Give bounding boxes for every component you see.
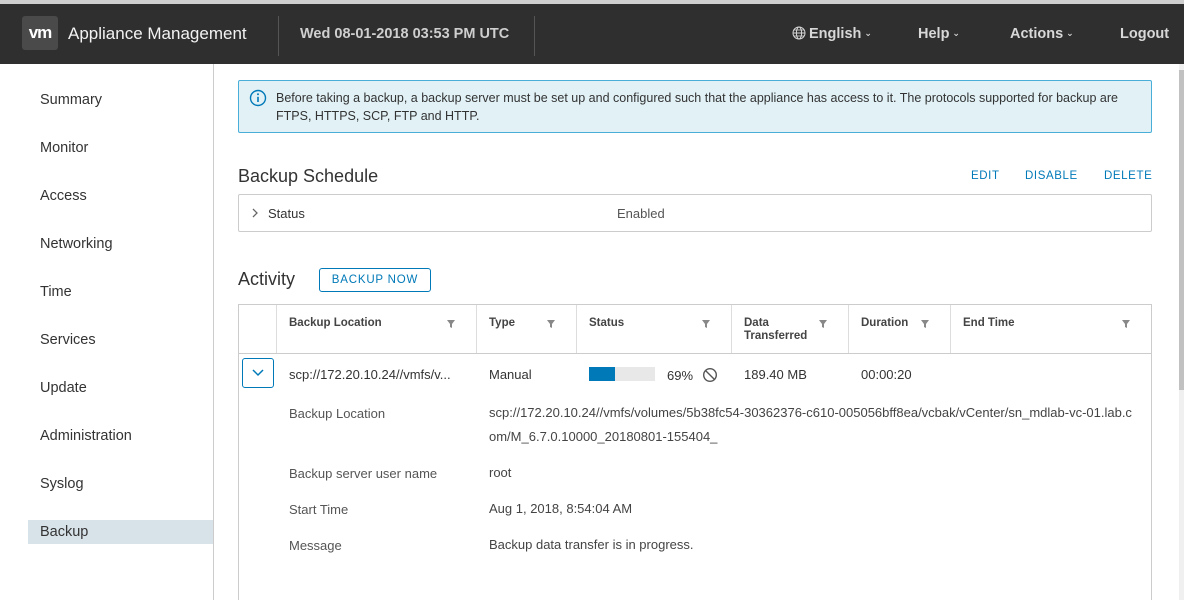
detail-message-value: Backup data transfer is in progress. bbox=[489, 537, 694, 552]
page-scrollbar[interactable] bbox=[1179, 64, 1184, 600]
detail-user-value: root bbox=[489, 465, 512, 480]
column-separator bbox=[276, 305, 277, 353]
detail-location-value: scp://172.20.10.24//vmfs/volumes/5b38fc5… bbox=[489, 405, 1132, 444]
cell-duration: 00:00:20 bbox=[861, 367, 912, 382]
filter-icon[interactable] bbox=[701, 319, 711, 329]
scrollbar-thumb[interactable] bbox=[1179, 70, 1184, 390]
schedule-status-value: Enabled bbox=[617, 206, 665, 221]
sidebar-item-summary[interactable]: Summary bbox=[28, 88, 213, 112]
chevron-down-icon: ⌄ bbox=[952, 28, 960, 38]
grid-header: Backup Location Type Status Data Transfe… bbox=[239, 305, 1151, 354]
sidebar-item-monitor[interactable]: Monitor bbox=[28, 136, 213, 160]
filter-icon[interactable] bbox=[920, 319, 930, 329]
sidebar: Summary Monitor Access Networking Time S… bbox=[0, 64, 214, 600]
info-alert: Before taking a backup, a backup server … bbox=[238, 80, 1152, 133]
column-header-line: Transferred bbox=[744, 330, 808, 342]
column-header-type[interactable]: Type bbox=[489, 317, 515, 330]
filter-icon[interactable] bbox=[446, 319, 456, 329]
sidebar-item-services[interactable]: Services bbox=[28, 328, 213, 352]
cell-type: Manual bbox=[489, 367, 532, 382]
filter-icon[interactable] bbox=[546, 319, 556, 329]
detail-location-label: Backup Location bbox=[289, 406, 386, 421]
column-separator bbox=[476, 305, 477, 353]
activity-title: Activity bbox=[238, 269, 296, 289]
row-expand-toggle[interactable] bbox=[242, 358, 274, 388]
column-header-line: Data bbox=[744, 317, 769, 329]
app-title: Appliance Management bbox=[68, 24, 247, 43]
backup-progress-bar bbox=[589, 367, 655, 381]
sidebar-item-syslog[interactable]: Syslog bbox=[28, 472, 213, 496]
sidebar-item-time[interactable]: Time bbox=[28, 280, 213, 304]
chevron-right-icon[interactable] bbox=[251, 207, 259, 219]
column-header-end-time[interactable]: End Time bbox=[963, 317, 1015, 330]
chevron-down-icon bbox=[252, 369, 264, 377]
top-bar: vm Appliance Management Wed 08-01-2018 0… bbox=[0, 0, 1184, 64]
detail-start-label: Start Time bbox=[289, 502, 349, 517]
cancel-icon[interactable] bbox=[702, 367, 718, 383]
sidebar-item-administration[interactable]: Administration bbox=[28, 424, 213, 448]
cell-backup-location: scp://172.20.10.24//vmfs/v... bbox=[289, 367, 451, 382]
progress-percent: 69% bbox=[667, 368, 694, 383]
column-separator bbox=[731, 305, 732, 353]
actions-menu[interactable]: Actions ⌄ bbox=[1010, 26, 1074, 42]
activity-grid: Backup Location Type Status Data Transfe… bbox=[238, 304, 1152, 600]
backup-now-button[interactable]: BACKUP NOW bbox=[319, 268, 431, 292]
detail-user-label: Backup server user name bbox=[289, 466, 438, 481]
column-separator bbox=[576, 305, 577, 353]
header-datetime: Wed 08-01-2018 03:53 PM UTC bbox=[300, 26, 510, 42]
delete-button[interactable]: DELETE bbox=[1104, 170, 1152, 182]
alert-message: Before taking a backup, a backup server … bbox=[276, 91, 1118, 123]
detail-start-value: Aug 1, 2018, 8:54:04 AM bbox=[489, 501, 633, 516]
sidebar-item-backup[interactable]: Backup bbox=[28, 520, 213, 544]
schedule-status-label: Status bbox=[268, 206, 305, 221]
sidebar-item-networking[interactable]: Networking bbox=[28, 232, 213, 256]
globe-icon bbox=[792, 26, 806, 40]
language-label: English bbox=[809, 26, 862, 42]
column-separator bbox=[950, 305, 951, 353]
header-divider bbox=[534, 16, 535, 56]
detail-message-label: Message bbox=[289, 538, 342, 553]
filter-icon[interactable] bbox=[1121, 319, 1131, 329]
help-menu[interactable]: Help ⌄ bbox=[918, 26, 960, 42]
chevron-down-icon: ⌄ bbox=[864, 28, 872, 38]
help-label: Help bbox=[918, 26, 950, 42]
info-icon bbox=[249, 89, 267, 107]
sidebar-item-access[interactable]: Access bbox=[28, 184, 213, 208]
disable-button[interactable]: DISABLE bbox=[1025, 170, 1078, 182]
column-header-backup-location[interactable]: Backup Location bbox=[289, 317, 382, 330]
schedule-status-panel: Status Enabled bbox=[238, 194, 1152, 232]
progress-fill bbox=[589, 367, 615, 381]
language-menu[interactable]: English ⌄ bbox=[792, 26, 872, 42]
filter-icon[interactable] bbox=[818, 319, 828, 329]
vmware-logo: vm bbox=[22, 16, 58, 50]
column-header-duration[interactable]: Duration bbox=[861, 317, 908, 330]
header-divider bbox=[278, 16, 279, 56]
chevron-down-icon: ⌄ bbox=[1066, 28, 1074, 38]
actions-label: Actions bbox=[1010, 26, 1064, 42]
main-content: Before taking a backup, a backup server … bbox=[214, 64, 1179, 600]
sidebar-item-update[interactable]: Update bbox=[28, 376, 213, 400]
column-header-status[interactable]: Status bbox=[589, 317, 624, 330]
logout-link[interactable]: Logout bbox=[1120, 26, 1169, 42]
edit-button[interactable]: EDIT bbox=[971, 170, 1000, 182]
cell-data-transferred: 189.40 MB bbox=[744, 367, 807, 382]
column-header-data-transferred[interactable]: Data Transferred bbox=[744, 317, 807, 343]
backup-schedule-title: Backup Schedule bbox=[238, 166, 379, 186]
column-separator bbox=[848, 305, 849, 353]
